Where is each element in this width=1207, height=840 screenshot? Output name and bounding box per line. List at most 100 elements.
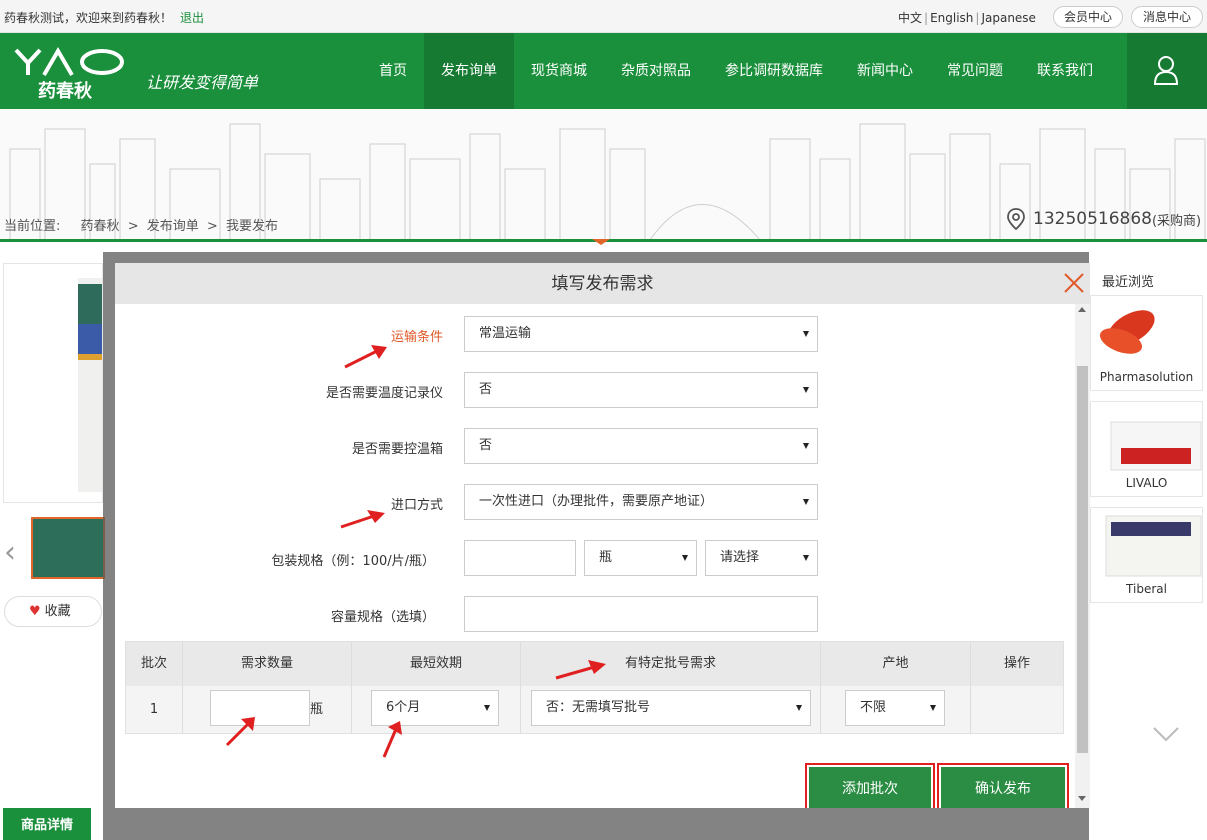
tab-product-detail[interactable]: 商品详情 — [3, 808, 91, 840]
chevron-down-icon[interactable] — [1152, 726, 1180, 742]
package-spec-label: 包装规格（例：100/片/瓶） — [271, 554, 435, 569]
recent-title: 最近浏览 — [1102, 275, 1155, 290]
phone-role: (采购商) — [1151, 213, 1202, 229]
dialog-title: 填写发布需求 — [551, 274, 654, 294]
batch-table: 批次 需求数量 最短效期 有特定批号需求 产地 操作 1 瓶 6个月 否：无需填… — [125, 641, 1064, 734]
temp-recorder-select[interactable]: 否 — [464, 372, 818, 408]
lang-en-link[interactable]: English — [930, 11, 973, 25]
favorite-button[interactable]: ♥ 收藏 — [4, 596, 102, 627]
package-unit-select[interactable]: 瓶 — [584, 540, 697, 576]
temp-box-select[interactable]: 否 — [464, 428, 818, 464]
contact-phone: 13250516868 (采购商) — [1005, 207, 1201, 231]
recent-item-label: Tiberal — [1126, 582, 1167, 596]
product-image — [3, 263, 103, 503]
scroll-down-icon[interactable] — [1078, 796, 1086, 801]
package-type-value: 请选择 — [720, 550, 760, 565]
quantity-unit: 瓶 — [310, 702, 324, 717]
breadcrumb-separator: > — [127, 219, 139, 234]
shelf-life-cell: 6个月 — [352, 686, 521, 733]
breadcrumb-item-inquiry[interactable]: 发布询单 — [147, 219, 199, 234]
shelf-life-value: 6个月 — [386, 700, 421, 715]
dialog-scrollbar[interactable] — [1075, 304, 1090, 808]
origin-select[interactable]: 不限 — [845, 690, 945, 726]
product-box-image — [78, 278, 102, 492]
breadcrumb-item-current: 我要发布 — [225, 219, 278, 234]
col-origin: 产地 — [821, 642, 971, 686]
nav-spot-mall[interactable]: 现货商城 — [514, 33, 604, 109]
caret-down-icon — [803, 555, 809, 561]
col-batch: 批次 — [126, 642, 183, 686]
top-bar: 药春秋测试，欢迎来到药春秋！ 退出 中文 | English | Japanese 会员… — [0, 0, 1207, 33]
lang-ja-link[interactable]: Japanese — [981, 11, 1036, 25]
import-method-select[interactable]: 一次性进口（办理批件，需要原产地证） — [464, 484, 818, 520]
recent-item[interactable]: LIVALO — [1090, 401, 1203, 497]
main-nav: 首页 发布询单 现货商城 杂质对照品 参比调研数据库 新闻中心 常见问题 联系我… — [362, 33, 1110, 109]
origin-value: 不限 — [860, 700, 887, 715]
user-account-button[interactable] — [1127, 33, 1207, 109]
annotation-arrow-icon — [225, 717, 255, 747]
nav-publish-inquiry[interactable]: 发布询单 — [424, 33, 514, 109]
breadcrumb-item-home[interactable]: 药春秋 — [81, 219, 120, 234]
col-actions: 操作 — [1003, 656, 1030, 671]
messages-button[interactable]: 消息中心 — [1131, 6, 1203, 28]
phone-number: 13250516868 — [1033, 209, 1152, 229]
temp-box-label: 是否需要控温箱 — [351, 442, 443, 457]
nav-home[interactable]: 首页 — [362, 33, 424, 109]
tiberal-box-image — [1105, 515, 1202, 577]
breadcrumb-separator: > — [206, 219, 218, 234]
capacity-spec-input[interactable] — [464, 596, 818, 632]
breadcrumb: 当前位置: 药春秋 > 发布询单 > 我要发布 — [4, 215, 282, 234]
caret-down-icon — [930, 705, 936, 711]
recent-item[interactable]: Tiberal — [1090, 507, 1203, 603]
nav-reference-database[interactable]: 参比调研数据库 — [708, 33, 840, 109]
logout-link[interactable]: 退出 — [180, 9, 204, 26]
nav-news[interactable]: 新闻中心 — [840, 33, 930, 109]
caret-down-icon — [803, 331, 809, 337]
member-center-button[interactable]: 会员中心 — [1053, 6, 1123, 28]
recent-item[interactable]: Pharmasolution — [1090, 295, 1203, 391]
nav-faq[interactable]: 常见问题 — [930, 33, 1020, 109]
scroll-thumb[interactable] — [1077, 366, 1088, 753]
col-quantity: 需求数量 — [183, 642, 352, 686]
transport-select[interactable]: 常温运输 — [464, 316, 818, 352]
caret-down-icon — [803, 443, 809, 449]
scroll-up-icon[interactable] — [1078, 307, 1086, 312]
thumbnail-prev-arrow[interactable]: ‹ — [4, 535, 16, 570]
annotation-arrow-icon — [340, 510, 385, 529]
package-spec-input[interactable] — [464, 540, 576, 576]
lang-zh-link[interactable]: 中文 — [898, 11, 922, 25]
temp-recorder-value: 否 — [479, 382, 493, 397]
header-divider — [0, 239, 1207, 245]
breadcrumb-label: 当前位置: — [4, 219, 61, 234]
capsule-image — [1099, 310, 1155, 354]
user-icon — [1153, 56, 1179, 85]
caret-down-icon — [484, 705, 490, 711]
origin-cell: 不限 — [821, 686, 971, 733]
close-icon[interactable] — [1063, 272, 1085, 294]
slogan: 让研发变得简单 — [146, 73, 259, 92]
logo-yao-mark — [14, 47, 124, 77]
nav-impurity-reference[interactable]: 杂质对照品 — [604, 33, 708, 109]
caret-down-icon — [803, 387, 809, 393]
livalo-box-image — [1110, 421, 1202, 471]
location-pin-icon — [1007, 208, 1025, 231]
caret-down-icon — [803, 499, 809, 505]
caret-down-icon — [682, 555, 688, 561]
batch-requirement-value: 否：无需填写批号 — [546, 700, 651, 715]
dialog-header: 填写发布需求 — [115, 263, 1090, 304]
col-shelf-life: 最短效期 — [352, 642, 521, 686]
confirm-publish-button[interactable]: 确认发布 — [937, 763, 1069, 808]
annotation-arrow-icon — [382, 721, 402, 758]
temp-recorder-label: 是否需要温度记录仪 — [325, 386, 443, 401]
nav-contact[interactable]: 联系我们 — [1020, 33, 1110, 109]
temp-box-value: 否 — [479, 438, 493, 453]
product-thumbnail[interactable] — [31, 517, 105, 579]
actions-cell — [971, 686, 1063, 733]
package-unit-value: 瓶 — [599, 550, 613, 565]
package-type-select[interactable]: 请选择 — [705, 540, 818, 576]
logo[interactable] — [14, 47, 126, 77]
batch-requirement-select[interactable]: 否：无需填写批号 — [531, 690, 811, 726]
welcome-text: 药春秋测试，欢迎来到药春秋！ — [4, 11, 173, 25]
add-batch-button[interactable]: 添加批次 — [805, 763, 935, 808]
main-header: 药春秋 让研发变得简单 首页 发布询单 现货商城 杂质对照品 参比调研数据库 新… — [0, 33, 1207, 109]
